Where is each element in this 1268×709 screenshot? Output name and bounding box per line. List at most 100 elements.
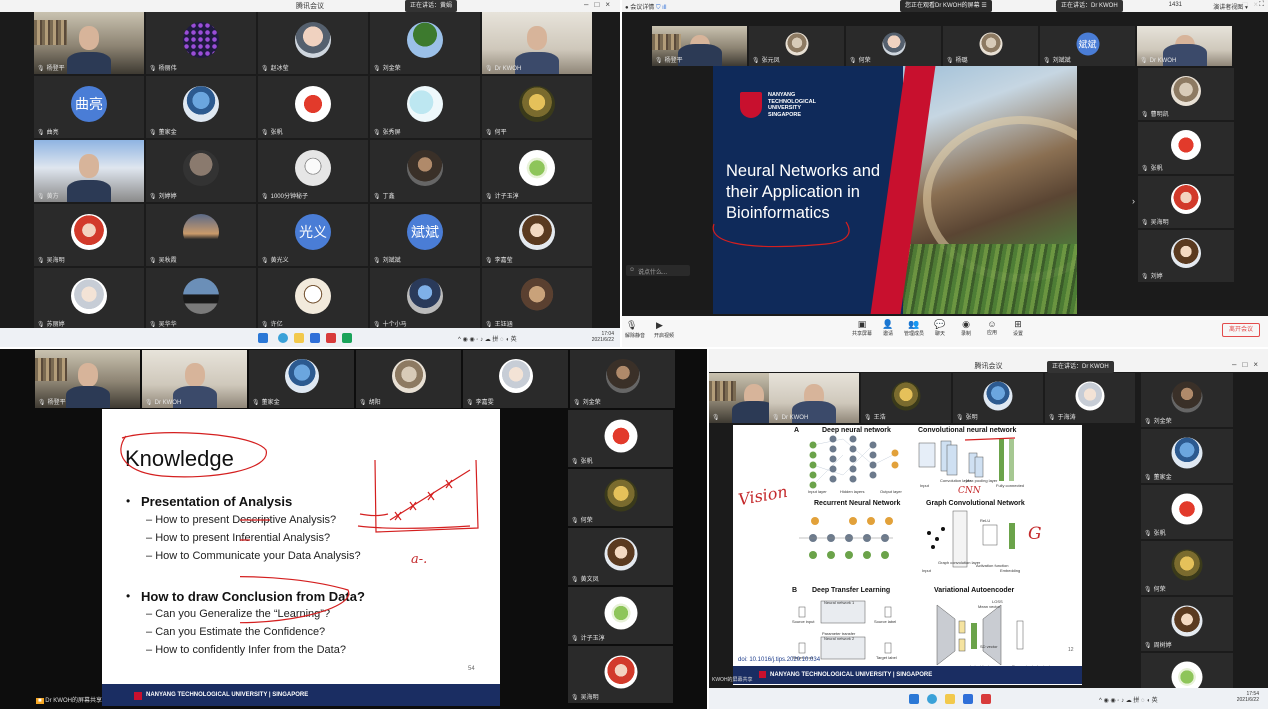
mute-button[interactable]: 🎙︎ bbox=[626, 320, 637, 331]
window-controls-2[interactable]: –□× bbox=[1232, 0, 1264, 9]
participant-tile[interactable]: 🎙︎ 吴海明 bbox=[1138, 176, 1234, 228]
system-clock[interactable]: 17:04 2021/6/22 bbox=[570, 331, 614, 343]
participant-tile[interactable]: 🎙︎ 张帆 bbox=[568, 410, 673, 467]
chat-input[interactable]: ☺ 说点什么... bbox=[626, 265, 690, 276]
participant-tile[interactable]: 🎙︎ 十个小马 bbox=[370, 268, 480, 330]
participant-tile[interactable]: 🎙︎ 苏丽婷 bbox=[34, 268, 144, 330]
next-page-arrow-icon[interactable]: › bbox=[1132, 196, 1135, 206]
participant-tile[interactable]: 🎙︎ 张秀屏 bbox=[370, 76, 480, 138]
wps-icon-2[interactable] bbox=[981, 694, 991, 704]
participant-tile[interactable]: 🎙︎ 张明 bbox=[953, 373, 1043, 423]
toolbar-button[interactable]: ▣ 共享屏幕 bbox=[850, 319, 874, 337]
avatar bbox=[979, 32, 1002, 56]
mute-label: 解除静音 bbox=[625, 333, 646, 339]
participant-tile[interactable]: 🎙︎ 王浩 bbox=[861, 373, 951, 423]
participant-tile[interactable]: 🎙︎ 吴海明 bbox=[568, 646, 673, 703]
participant-tile[interactable]: 🎙︎ 李嘉莹 bbox=[482, 204, 592, 266]
screen-share-indicator[interactable]: ■ Dr KWOH的屏幕共享 bbox=[36, 695, 102, 704]
participant-tile[interactable]: 🎙︎ 黄方 bbox=[34, 140, 144, 202]
file-explorer-icon[interactable] bbox=[294, 333, 304, 343]
participant-tile[interactable]: 🎙︎ 杨登平 bbox=[652, 26, 747, 66]
participant-tile[interactable]: 🎙︎ 张元凤 bbox=[749, 26, 844, 66]
participant-tile[interactable]: 🎙︎ 周树婷 bbox=[1141, 597, 1233, 651]
toolbar-button[interactable]: ◉ 录制 bbox=[954, 319, 978, 337]
edge-browser-icon-2[interactable] bbox=[927, 694, 937, 704]
participant-tile[interactable]: 🎙︎ 何荣 bbox=[568, 469, 673, 526]
edge-browser-icon[interactable] bbox=[278, 333, 288, 343]
meeting-app-icon-2[interactable] bbox=[963, 694, 973, 704]
name-label: 杨登平 bbox=[664, 58, 683, 64]
mic-icon: 🎙︎ bbox=[37, 66, 45, 72]
participant-tile[interactable]: 🎙︎ 何荣 bbox=[1141, 541, 1233, 595]
participant-tile[interactable]: 🎙︎ Dr KWOH bbox=[482, 12, 592, 74]
participant-tile[interactable]: 斌斌 🎙︎ 刘斌斌 bbox=[370, 204, 480, 266]
participant-tile[interactable]: 🎙︎计子玉淳 bbox=[568, 587, 673, 644]
system-tray[interactable]: ^ ◉ ◉ ◦ ♪ ☁ 拼 ◌ ◖ 英 bbox=[458, 334, 517, 343]
window-controls[interactable]: –□× bbox=[584, 0, 616, 9]
avatar bbox=[295, 149, 331, 186]
participant-tile[interactable]: 🎙︎ 杨登平 bbox=[34, 12, 144, 74]
participant-tile[interactable]: 🎙︎ 刘金荣 bbox=[370, 12, 480, 74]
participant-tile[interactable]: 🎙︎ 张帆 bbox=[1141, 485, 1233, 539]
chat-placeholder: 说点什么... bbox=[638, 270, 668, 276]
system-tray-2[interactable]: ^ ◉ ◉ ◦ ♪ ☁ 拼 ◌ ◖ 英 bbox=[1099, 695, 1158, 704]
participant-tile[interactable]: 🎙︎ 张帆 bbox=[1138, 122, 1234, 174]
wps-icon[interactable] bbox=[326, 333, 336, 343]
participant-tile[interactable]: 🎙︎ 吴海明 bbox=[34, 204, 144, 266]
system-clock-2[interactable]: 17:54 2021/6/22 bbox=[1213, 691, 1259, 703]
meeting-info-link[interactable]: ● 会议详情 ⛉ ıll bbox=[625, 2, 667, 12]
window-controls-3[interactable]: –□× bbox=[1232, 360, 1264, 369]
participant-tile[interactable]: 🎙︎ 黄文凤 bbox=[568, 528, 673, 585]
participant-tile[interactable]: 🎙︎ 李嘉雯 bbox=[463, 350, 568, 408]
viewing-screen-pill[interactable]: 您正在观看Dr KWOH的屏幕 ☰ bbox=[900, 0, 992, 12]
windows-start-icon-2[interactable] bbox=[909, 694, 919, 704]
participant-tile[interactable]: 🎙︎计子玉淳 bbox=[482, 140, 592, 202]
participant-tile[interactable]: 斌斌 🎙︎ 刘斌斌 bbox=[1040, 26, 1135, 66]
participant-tile[interactable]: 🎙︎ 张帆 bbox=[258, 76, 368, 138]
windows-start-icon[interactable] bbox=[258, 333, 268, 343]
participant-tile[interactable]: 🎙︎ Dr KWOH bbox=[769, 373, 859, 423]
participant-tile[interactable]: 🎙︎ 董家金 bbox=[146, 76, 256, 138]
video-button[interactable]: ▶ bbox=[656, 320, 663, 331]
participant-tile[interactable]: 🎙︎ 许亿 bbox=[258, 268, 368, 330]
participant-tile[interactable]: 🎙︎ 吴秋霞 bbox=[146, 204, 256, 266]
meeting-app-icon[interactable] bbox=[310, 333, 320, 343]
leave-meeting-button[interactable]: 离开会议 bbox=[1222, 323, 1260, 337]
participant-tile[interactable]: 🎙︎ 曹明凯 bbox=[1138, 68, 1234, 120]
participant-tile[interactable]: 🎙︎ Dr KWOH bbox=[142, 350, 247, 408]
participant-tile[interactable]: 🎙︎ 何荣 bbox=[846, 26, 941, 66]
participant-tile[interactable]: 🎙︎ 赵冰莹 bbox=[258, 12, 368, 74]
participant-tile[interactable]: 🎙︎ 杨丽伟 bbox=[146, 12, 256, 74]
toolbar-button[interactable]: 👥 管理成员 bbox=[902, 319, 926, 337]
participant-tile[interactable]: 🎙︎ 董家金 bbox=[249, 350, 354, 408]
participant-tile[interactable]: 光义 🎙︎ 黄光义 bbox=[258, 204, 368, 266]
participant-tile[interactable]: 🎙︎ 杨璐 bbox=[943, 26, 1038, 66]
toolbar-button[interactable]: 💬 聊天 bbox=[928, 319, 952, 337]
participant-tile[interactable]: 🎙︎ 于海涛 bbox=[1045, 373, 1135, 423]
participant-tile[interactable]: 🎙︎ 何平 bbox=[482, 76, 592, 138]
participant-tile[interactable]: 🎙︎ 刘婷 bbox=[1138, 230, 1234, 282]
participant-tile[interactable]: 🎙︎ 杨登平 bbox=[35, 350, 140, 408]
toolbar-button[interactable]: ⊞ 设置 bbox=[1006, 319, 1030, 337]
toolbar-button[interactable]: 👤 邀请 bbox=[876, 319, 900, 337]
participant-tile[interactable]: 🎙︎ 丁鑫 bbox=[370, 140, 480, 202]
share-label-2[interactable]: KWOH的屏幕共享 bbox=[712, 676, 753, 683]
participant-tile[interactable]: 🎙︎ 董家金 bbox=[1141, 429, 1233, 483]
participant-tile[interactable]: 🎙︎ 刘婷婷 bbox=[146, 140, 256, 202]
participant-tile[interactable]: 🎙︎ 吴华华 bbox=[146, 268, 256, 330]
participant-tile[interactable]: 🎙︎ Dr KWOH bbox=[1137, 26, 1232, 66]
participant-name: 🎙︎ 李嘉莹 bbox=[485, 255, 513, 264]
participant-tile[interactable]: 曲亮 🎙︎ 曲亮 bbox=[34, 76, 144, 138]
participant-tile[interactable]: 🎙︎ 刘金荣 bbox=[1141, 373, 1233, 427]
participant-name: 🎙︎ 李嘉雯 bbox=[466, 397, 494, 406]
avatar bbox=[1075, 381, 1105, 410]
toolbar-button[interactable]: ☺ 应用 bbox=[980, 319, 1004, 336]
file-explorer-icon-2[interactable] bbox=[945, 694, 955, 704]
mic-icon: 🎙︎ bbox=[261, 194, 269, 200]
wechat-icon[interactable] bbox=[342, 333, 352, 343]
mic-icon: 🎙︎ bbox=[1144, 475, 1152, 481]
participant-tile[interactable]: 🎙︎ 王钰涵 bbox=[482, 268, 592, 330]
participant-tile[interactable]: 🎙︎ 1000分钟秘子 bbox=[258, 140, 368, 202]
participant-tile[interactable]: 🎙︎ 胡阳 bbox=[356, 350, 461, 408]
participant-tile[interactable]: 🎙︎ 刘金荣 bbox=[570, 350, 675, 408]
